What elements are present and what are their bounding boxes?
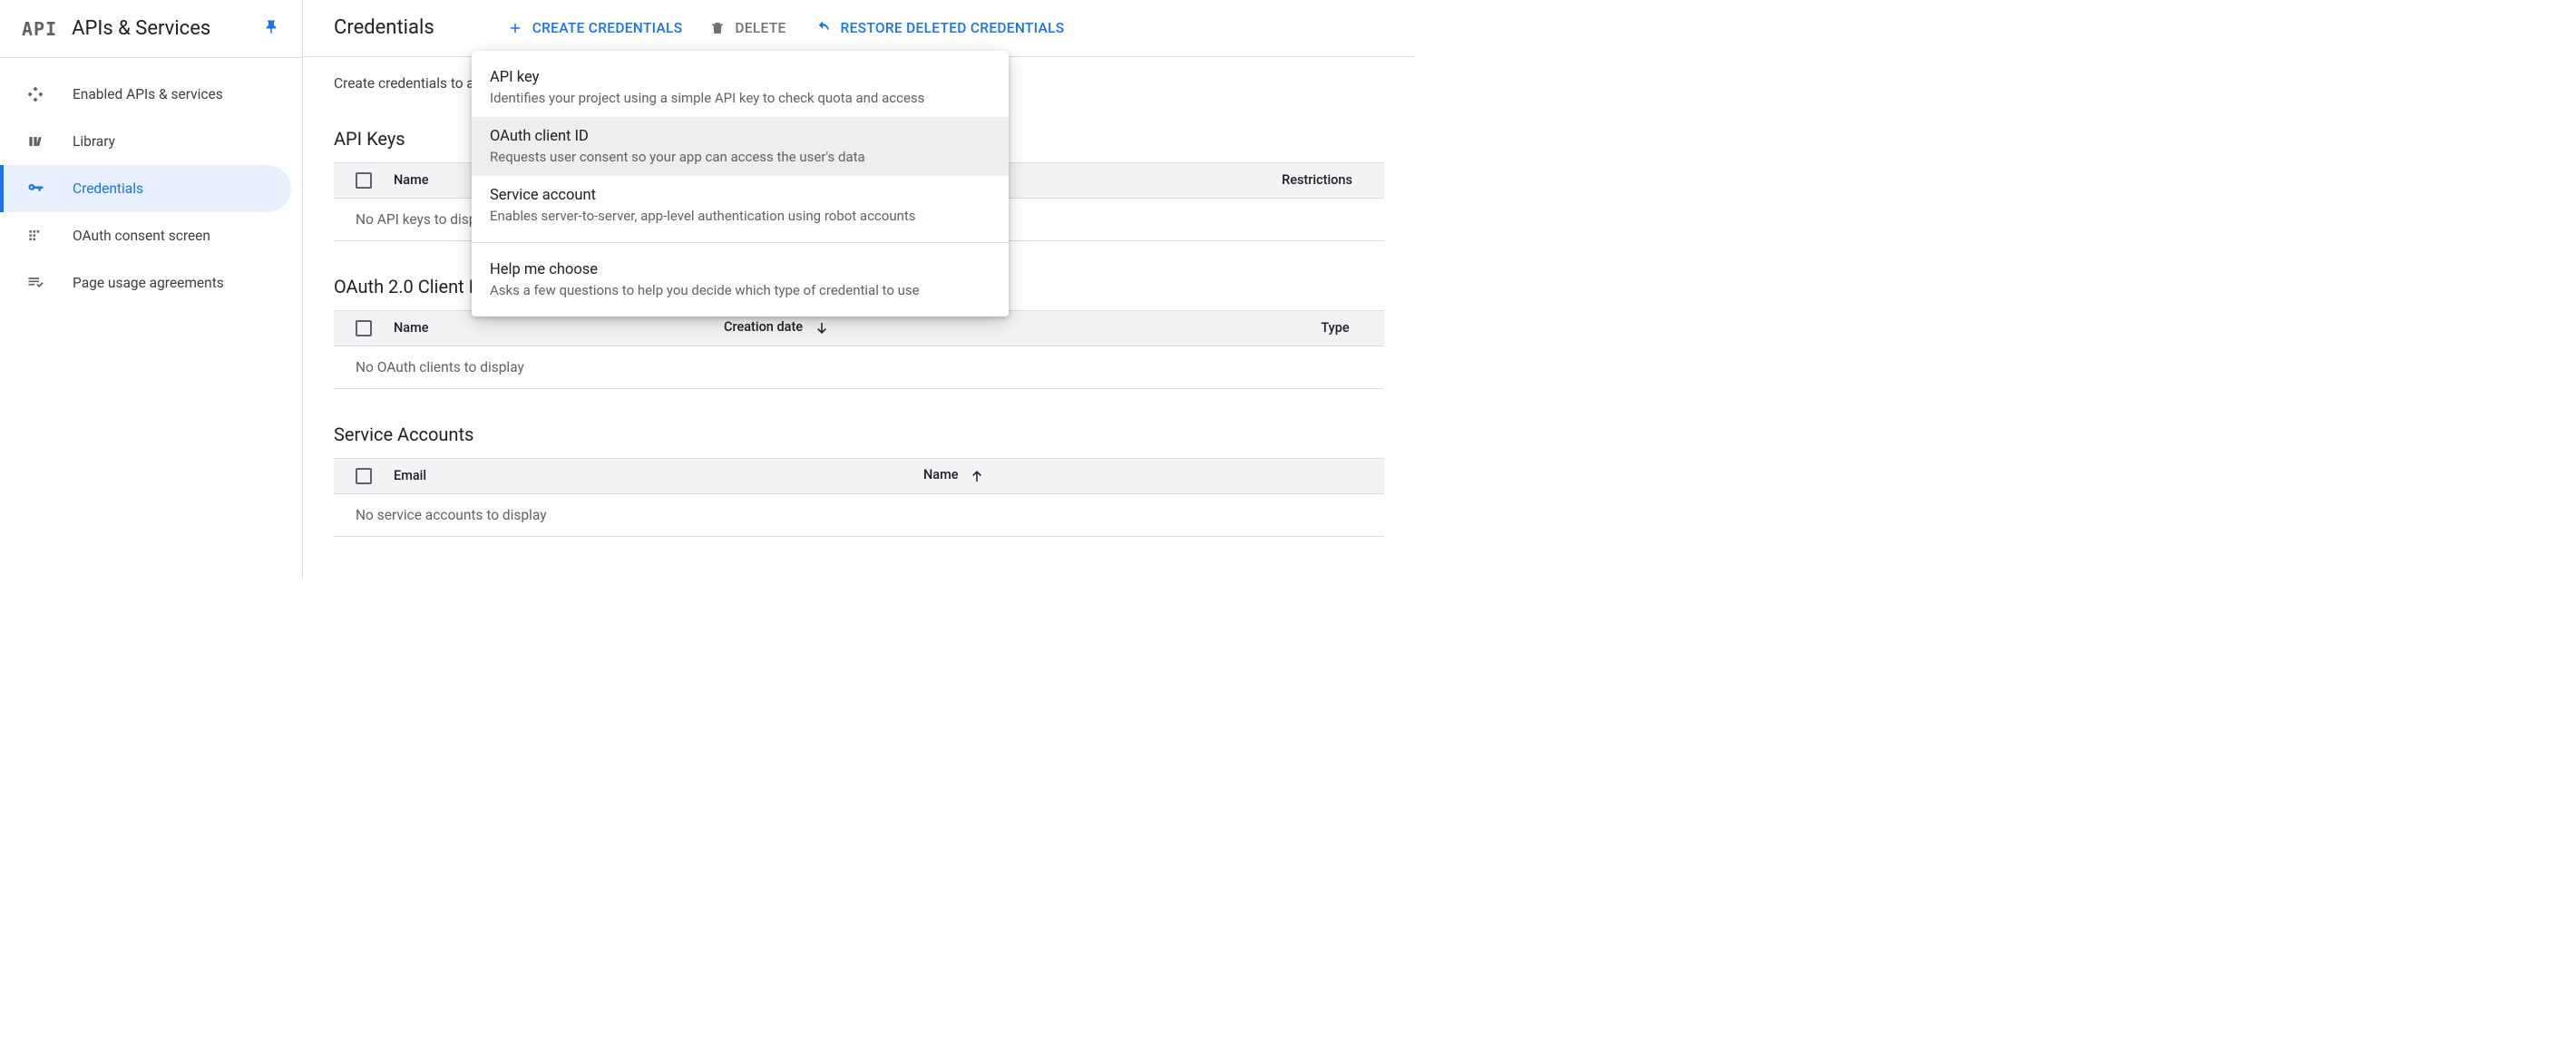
sidebar-item-label: Page usage agreements bbox=[73, 275, 224, 291]
sidebar-item-enabled-apis[interactable]: Enabled APIs & services bbox=[0, 71, 302, 118]
col-type[interactable]: Type bbox=[1308, 320, 1362, 336]
create-credentials-label: Create Credentials bbox=[532, 20, 683, 36]
dropdown-item-help-me-choose[interactable]: Help me choose Asks a few questions to h… bbox=[472, 250, 1009, 309]
sidebar-item-label: OAuth consent screen bbox=[73, 228, 210, 244]
sidebar-nav: Enabled APIs & services Library Credenti… bbox=[0, 58, 302, 319]
diamond-icon bbox=[25, 84, 45, 104]
table-header-service: Email Name bbox=[334, 458, 1384, 494]
dropdown-separator bbox=[472, 242, 1009, 243]
dropdown-item-desc: Identifies your project using a simple A… bbox=[490, 90, 990, 106]
key-icon bbox=[25, 179, 45, 199]
restore-label: Restore Deleted Credentials bbox=[841, 20, 1065, 36]
dropdown-item-service-account[interactable]: Service account Enables server-to-server… bbox=[472, 176, 1009, 235]
sidebar-item-library[interactable]: Library bbox=[0, 118, 302, 165]
sidebar-item-oauth-consent[interactable]: OAuth consent screen bbox=[0, 212, 302, 259]
col-creation-date[interactable]: Creation date bbox=[724, 319, 1141, 336]
select-all-checkbox[interactable] bbox=[356, 172, 372, 189]
pin-icon bbox=[263, 19, 279, 39]
sidebar-item-label: Enabled APIs & services bbox=[73, 86, 223, 102]
section-title-service: Service Accounts bbox=[334, 424, 1384, 445]
empty-oauth: No OAuth clients to display bbox=[334, 346, 1384, 389]
agreement-icon bbox=[25, 273, 45, 293]
col-name[interactable]: Name bbox=[923, 467, 1014, 483]
dropdown-item-desc: Asks a few questions to help you decide … bbox=[490, 282, 990, 298]
dropdown-item-title: OAuth client ID bbox=[490, 128, 990, 145]
arrow-up-icon bbox=[969, 468, 985, 484]
undo-icon bbox=[814, 19, 832, 37]
empty-service: No service accounts to display bbox=[334, 494, 1384, 537]
toolbar: Credentials Create Credentials Delete Re… bbox=[303, 0, 1415, 57]
api-logo: API bbox=[22, 18, 57, 40]
delete-button[interactable]: Delete bbox=[709, 20, 785, 36]
section-service-accounts: Service Accounts Email Name No service a… bbox=[334, 424, 1384, 537]
create-credentials-dropdown: API key Identifies your project using a … bbox=[472, 51, 1009, 317]
col-creation-date-label: Creation date bbox=[724, 319, 803, 335]
dropdown-item-title: Help me choose bbox=[490, 261, 990, 278]
create-credentials-button[interactable]: Create Credentials bbox=[507, 20, 683, 36]
sidebar-item-label: Credentials bbox=[73, 180, 143, 197]
sidebar-item-page-usage[interactable]: Page usage agreements bbox=[0, 259, 302, 307]
dropdown-item-api-key[interactable]: API key Identifies your project using a … bbox=[472, 58, 1009, 117]
select-all-checkbox[interactable] bbox=[356, 320, 372, 336]
main: Credentials Create Credentials Delete Re… bbox=[303, 0, 1415, 578]
pin-button[interactable] bbox=[257, 15, 286, 44]
restore-button[interactable]: Restore Deleted Credentials bbox=[814, 19, 1065, 37]
col-restrictions[interactable]: Restrictions bbox=[1272, 172, 1362, 188]
sidebar-title: APIs & Services bbox=[72, 17, 242, 40]
sidebar: API APIs & Services Enabled APIs & servi… bbox=[0, 0, 303, 578]
plus-icon bbox=[507, 20, 523, 36]
arrow-down-icon bbox=[814, 320, 830, 336]
consent-icon bbox=[25, 226, 45, 246]
dropdown-item-desc: Requests user consent so your app can ac… bbox=[490, 149, 990, 165]
col-name[interactable]: Name bbox=[394, 320, 702, 336]
library-icon bbox=[25, 132, 45, 151]
dropdown-item-oauth-client-id[interactable]: OAuth client ID Requests user consent so… bbox=[472, 117, 1009, 176]
col-email[interactable]: Email bbox=[394, 468, 902, 483]
delete-label: Delete bbox=[735, 20, 785, 36]
dropdown-item-title: API key bbox=[490, 69, 990, 86]
sidebar-item-label: Library bbox=[73, 133, 115, 150]
select-all-checkbox[interactable] bbox=[356, 468, 372, 484]
page-title: Credentials bbox=[334, 16, 434, 39]
dropdown-item-title: Service account bbox=[490, 187, 990, 204]
sidebar-header: API APIs & Services bbox=[0, 0, 302, 58]
sidebar-item-credentials[interactable]: Credentials bbox=[0, 165, 291, 212]
trash-icon bbox=[709, 20, 726, 36]
col-name-label: Name bbox=[923, 467, 959, 482]
dropdown-item-desc: Enables server-to-server, app-level auth… bbox=[490, 208, 990, 224]
